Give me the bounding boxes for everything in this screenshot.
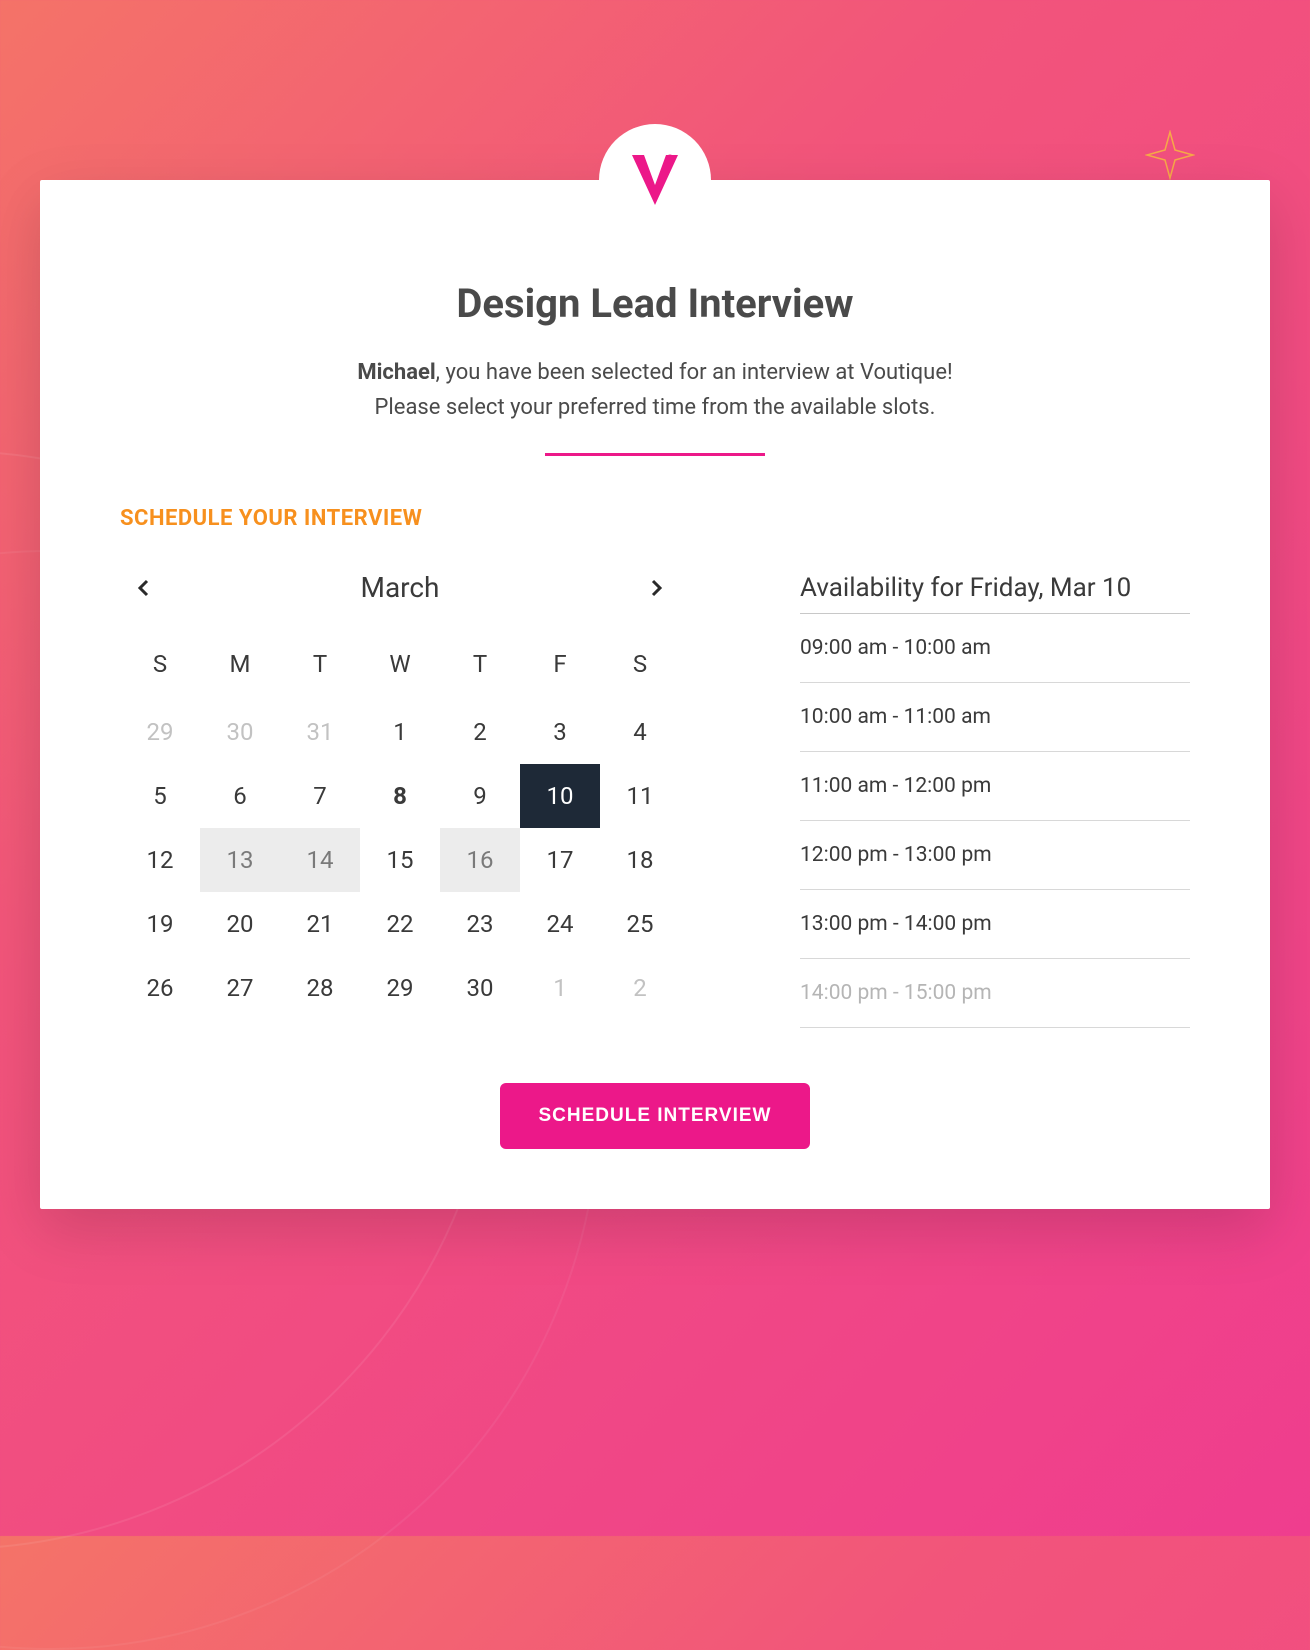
intro-text: Michael, you have been selected for an i… [120, 355, 1190, 425]
calendar-day[interactable]: 28 [280, 956, 360, 1020]
time-slot[interactable]: 11:00 am - 12:00 pm [800, 752, 1190, 821]
calendar-day[interactable]: 15 [360, 828, 440, 892]
day-of-week-header: F [520, 636, 600, 700]
calendar-day[interactable]: 23 [440, 892, 520, 956]
interview-card: Design Lead Interview Michael, you have … [40, 180, 1270, 1209]
candidate-name: Michael [357, 360, 435, 385]
time-slots-list: 09:00 am - 10:00 am10:00 am - 11:00 am11… [800, 614, 1190, 1028]
calendar-day: 2 [600, 956, 680, 1020]
calendar-day[interactable]: 22 [360, 892, 440, 956]
calendar-day[interactable]: 12 [120, 828, 200, 892]
time-slot[interactable]: 13:00 pm - 14:00 pm [800, 890, 1190, 959]
calendar-day[interactable]: 9 [440, 764, 520, 828]
day-of-week-header: S [120, 636, 200, 700]
calendar-day: 30 [200, 700, 280, 764]
intro-line-1: , you have been selected for an intervie… [436, 360, 953, 385]
day-of-week-header: M [200, 636, 280, 700]
calendar-day[interactable]: 27 [200, 956, 280, 1020]
calendar-day[interactable]: 5 [120, 764, 200, 828]
calendar-day[interactable]: 11 [600, 764, 680, 828]
calendar-day[interactable]: 13 [200, 828, 280, 892]
voutique-logo-icon [628, 151, 682, 209]
calendar-day[interactable]: 7 [280, 764, 360, 828]
calendar-day[interactable]: 16 [440, 828, 520, 892]
calendar-day-selected[interactable]: 10 [520, 764, 600, 828]
chevron-left-icon [137, 579, 149, 597]
calendar-day[interactable]: 26 [120, 956, 200, 1020]
calendar-day[interactable]: 17 [520, 828, 600, 892]
month-name: March [361, 571, 440, 604]
day-of-week-header: W [360, 636, 440, 700]
divider [545, 453, 765, 456]
calendar-day: 31 [280, 700, 360, 764]
calendar-day[interactable]: 29 [360, 956, 440, 1020]
calendar-day[interactable]: 4 [600, 700, 680, 764]
schedule-interview-button[interactable]: SCHEDULE INTERVIEW [500, 1083, 809, 1149]
availability-column: Availability for Friday, Mar 10 09:00 am… [800, 571, 1190, 1028]
chevron-right-icon [651, 579, 663, 597]
content-row: March SMTWTFS293031123456789101112131415… [120, 571, 1190, 1028]
brand-logo-badge [599, 124, 711, 236]
prev-month-button[interactable] [128, 573, 158, 603]
calendar-day[interactable]: 1 [360, 700, 440, 764]
calendar: March SMTWTFS293031123456789101112131415… [120, 571, 680, 1020]
calendar-day[interactable]: 18 [600, 828, 680, 892]
calendar-day[interactable]: 25 [600, 892, 680, 956]
calendar-day[interactable]: 21 [280, 892, 360, 956]
calendar-day[interactable]: 20 [200, 892, 280, 956]
calendar-day[interactable]: 14 [280, 828, 360, 892]
next-month-button[interactable] [642, 573, 672, 603]
calendar-header: March [120, 571, 680, 604]
day-of-week-header: T [280, 636, 360, 700]
page-title: Design Lead Interview [120, 280, 1190, 327]
calendar-day: 29 [120, 700, 200, 764]
time-slot[interactable]: 14:00 pm - 15:00 pm [800, 959, 1190, 1028]
sparkle-icon [1145, 130, 1195, 180]
time-slot[interactable]: 12:00 pm - 13:00 pm [800, 821, 1190, 890]
calendar-day: 1 [520, 956, 600, 1020]
calendar-day[interactable]: 24 [520, 892, 600, 956]
day-of-week-header: S [600, 636, 680, 700]
calendar-day[interactable]: 8 [360, 764, 440, 828]
calendar-day[interactable]: 3 [520, 700, 600, 764]
calendar-day[interactable]: 19 [120, 892, 200, 956]
section-label: SCHEDULE YOUR INTERVIEW [120, 506, 1190, 531]
calendar-grid: SMTWTFS293031123456789101112131415161718… [120, 636, 680, 1020]
calendar-day[interactable]: 2 [440, 700, 520, 764]
calendar-day[interactable]: 30 [440, 956, 520, 1020]
calendar-day[interactable]: 6 [200, 764, 280, 828]
availability-title: Availability for Friday, Mar 10 [800, 573, 1190, 614]
time-slot[interactable]: 09:00 am - 10:00 am [800, 614, 1190, 683]
time-slot[interactable]: 10:00 am - 11:00 am [800, 683, 1190, 752]
intro-line-2: Please select your preferred time from t… [375, 395, 936, 420]
day-of-week-header: T [440, 636, 520, 700]
